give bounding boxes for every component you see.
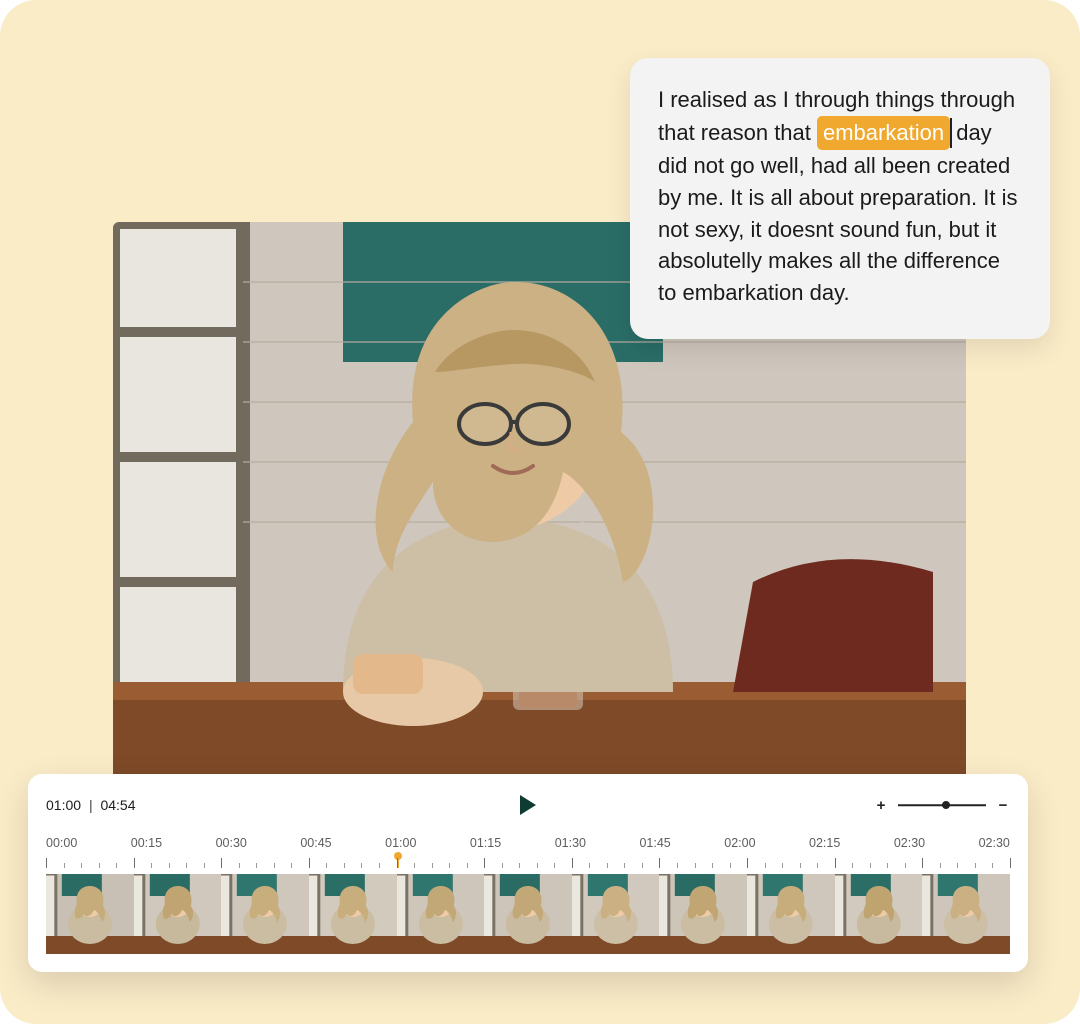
thumbnail[interactable]: [659, 874, 747, 954]
play-button[interactable]: [514, 790, 542, 820]
transcript-bubble[interactable]: I realised as I through things through t…: [630, 58, 1050, 339]
ruler-label: 00:45: [300, 836, 331, 850]
transcript-highlight[interactable]: embarkation: [817, 116, 950, 150]
zoom-knob[interactable]: [942, 801, 950, 809]
ruler-label: 02:15: [809, 836, 840, 850]
thumbnail[interactable]: [572, 874, 660, 954]
time-separator: |: [89, 797, 93, 813]
time-duration: 04:54: [100, 797, 135, 813]
ruler-label: 01:30: [555, 836, 586, 850]
thumbnail[interactable]: [922, 874, 1010, 954]
thumbnail[interactable]: [835, 874, 923, 954]
time-current: 01:00: [46, 797, 81, 813]
thumbnail[interactable]: [134, 874, 222, 954]
play-icon: [518, 794, 538, 816]
thumbnail[interactable]: [221, 874, 309, 954]
canvas: I realised as I through things through t…: [0, 0, 1080, 1024]
ruler-label: 01:15: [470, 836, 501, 850]
zoom-slider[interactable]: [898, 798, 986, 812]
ruler-ticks: [46, 854, 1010, 868]
ruler-label: 00:15: [131, 836, 162, 850]
timeline-ruler[interactable]: 00:00 00:15 00:30 00:45 01:00 01:15 01:30 01:45…: [46, 836, 1010, 870]
ruler-label: 01:00: [385, 836, 416, 850]
zoom-in-button[interactable]: +: [874, 797, 888, 814]
thumbnail[interactable]: [747, 874, 835, 954]
thumbnail[interactable]: [397, 874, 485, 954]
ruler-label: 00:30: [216, 836, 247, 850]
thumbnail[interactable]: [46, 874, 134, 954]
zoom-controls: + −: [874, 797, 1010, 814]
thumbnail-strip[interactable]: [46, 874, 1010, 954]
player-controls: 01:00 | 04:54 + −: [46, 788, 1010, 822]
ruler-label: 02:30: [894, 836, 925, 850]
zoom-out-button[interactable]: −: [996, 797, 1010, 814]
ruler-label: 01:45: [639, 836, 670, 850]
ruler-label: 00:00: [46, 836, 77, 850]
timeline-panel: 01:00 | 04:54 + − 00:00 00:15 00:30 00:45 01…: [28, 774, 1028, 972]
thumbnail[interactable]: [484, 874, 572, 954]
ruler-label: 02:30: [979, 836, 1010, 850]
ruler-labels: 00:00 00:15 00:30 00:45 01:00 01:15 01:30 01:45…: [46, 836, 1010, 850]
thumbnail[interactable]: [309, 874, 397, 954]
ruler-label: 02:00: [724, 836, 755, 850]
time-display: 01:00 | 04:54: [46, 797, 136, 813]
